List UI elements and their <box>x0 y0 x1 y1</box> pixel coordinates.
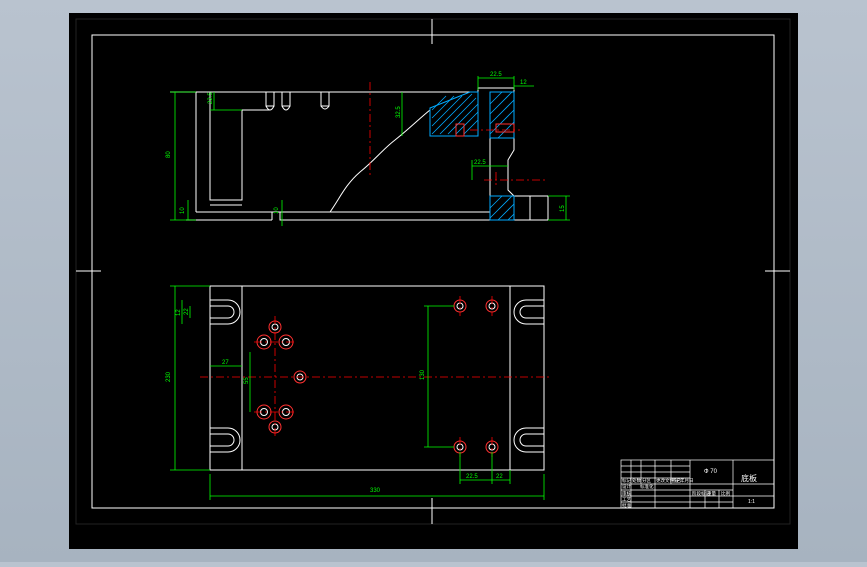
tb-cell-2: 分区 <box>642 477 651 484</box>
dim-bottom-a: 22.5 <box>466 474 478 480</box>
dim-height: 80 <box>166 151 172 158</box>
dim-bolt-v: 130 <box>420 369 426 380</box>
dim-right-top-b: 12 <box>520 80 527 86</box>
scale-value: 1:1 <box>748 499 755 505</box>
dim-hole-v: 55 <box>244 377 250 384</box>
dim-right-side: 15 <box>560 205 566 212</box>
dim-bottom-b: 22 <box>496 474 503 480</box>
tb-cell-9: 重量 <box>707 490 716 497</box>
tb-cell-1: 处数 <box>632 477 641 484</box>
tb-cell-10: 比例 <box>721 490 730 497</box>
dim-slot-b: 22 <box>184 308 190 315</box>
tb-cell-7: 标准化 <box>640 483 654 490</box>
tb-cell-11: 审核 <box>622 490 631 497</box>
dim-offset-x: 27 <box>222 360 229 366</box>
drawing-title: Ф 70 <box>704 469 718 475</box>
dim-right-mid: 22.5 <box>474 160 486 166</box>
dim-slot-a: 12 <box>176 309 182 316</box>
drawing-canvas: 80 10 10 22.5 32.5 22.5 12 22.5 15 230 3… <box>69 13 798 549</box>
tb-cell-0: 标记 <box>622 477 631 484</box>
dim-right-top-a: 22.5 <box>490 72 502 78</box>
dim-overall-length: 330 <box>370 488 381 494</box>
tb-cell-13: 批准 <box>622 502 631 509</box>
dim-left-small: 10 <box>180 207 186 214</box>
dim-overall-width: 230 <box>166 371 172 382</box>
dim-top-left: 22.5 <box>208 92 214 104</box>
tb-cell-6: 设计 <box>622 483 631 490</box>
part-name: 底板 <box>741 473 757 483</box>
tb-cell-5: 年月日 <box>680 477 694 484</box>
dim-bottom-small: 10 <box>274 207 280 214</box>
dim-center-v: 32.5 <box>396 106 402 118</box>
cad-viewport: 80 10 10 22.5 32.5 22.5 12 22.5 15 230 3… <box>0 0 867 562</box>
tb-cell-12: 工艺 <box>622 497 631 502</box>
drawing-sheet <box>69 13 798 549</box>
